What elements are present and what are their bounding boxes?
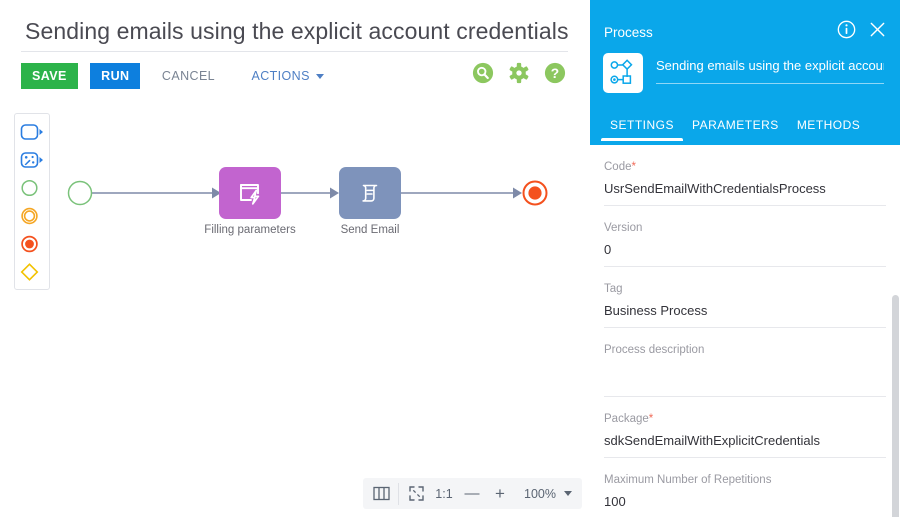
panel-settings-form: Code* UsrSendEmailWithCredentialsProcess… xyxy=(590,145,900,517)
help-icon[interactable]: ? xyxy=(544,62,566,84)
process-name-field[interactable]: Sending emails using the explicit accoun… xyxy=(656,58,884,73)
field-process-description: Process description xyxy=(604,328,886,397)
panel-tabs: SETTINGS PARAMETERS METHODS xyxy=(590,118,900,145)
process-icon-container xyxy=(603,53,643,93)
actions-menu-button[interactable]: ACTIONS xyxy=(242,63,332,89)
fit-screen-icon[interactable] xyxy=(402,478,430,509)
search-icon[interactable] xyxy=(472,62,494,84)
zoom-in-button[interactable]: + xyxy=(486,478,514,509)
zoom-dropdown-chevron-down-icon[interactable] xyxy=(563,491,572,496)
field-max-repetitions-value[interactable]: 100 xyxy=(604,488,886,513)
tab-settings[interactable]: SETTINGS xyxy=(601,118,684,141)
task-node-send-email[interactable] xyxy=(339,167,401,219)
field-version: Version 0 xyxy=(604,206,886,267)
close-icon[interactable] xyxy=(868,20,887,39)
cancel-button[interactable]: CANCEL xyxy=(153,63,224,89)
zoom-out-button[interactable]: — xyxy=(458,478,486,509)
field-package-label: Package* xyxy=(604,413,654,425)
field-process-description-label: Process description xyxy=(604,344,705,356)
field-code-value[interactable]: UsrSendEmailWithCredentialsProcess xyxy=(604,175,886,200)
panel-scrollbar-thumb[interactable] xyxy=(892,295,899,517)
field-version-value[interactable]: 0 xyxy=(604,236,886,261)
save-button[interactable]: SAVE xyxy=(21,63,78,89)
field-max-repetitions-label: Maximum Number of Repetitions xyxy=(604,474,772,486)
field-package: Package* sdkSendEmailWithExplicitCredent… xyxy=(604,397,886,458)
tab-parameters[interactable]: PARAMETERS xyxy=(683,118,788,141)
title-divider xyxy=(21,51,568,52)
process-name-underline xyxy=(656,83,884,84)
process-designer-window: Sending emails using the explicit accoun… xyxy=(0,0,900,517)
field-tag-label: Tag xyxy=(604,283,623,295)
columns-icon[interactable] xyxy=(367,478,395,509)
actions-label: ACTIONS xyxy=(251,69,310,83)
panel-title: Process xyxy=(604,25,653,40)
toolbar-icon-group: ? xyxy=(472,62,566,84)
page-lightning-icon xyxy=(240,184,260,205)
field-process-description-value[interactable] xyxy=(604,358,886,383)
field-package-value[interactable]: sdkSendEmailWithExplicitCredentials xyxy=(604,427,886,452)
task-node-filling-parameters-label: Filling parameters xyxy=(204,224,296,236)
field-max-repetitions: Maximum Number of Repetitions 100 xyxy=(604,458,886,517)
info-icon[interactable] xyxy=(837,20,856,39)
gear-icon[interactable] xyxy=(508,62,530,84)
field-code-label: Code* xyxy=(604,161,636,173)
run-button[interactable]: RUN xyxy=(90,63,141,89)
zoom-toolbar-divider xyxy=(398,482,399,505)
task-node-send-email-label: Send Email xyxy=(340,224,400,236)
actual-size-button[interactable]: 1:1 xyxy=(430,478,458,509)
field-code: Code* UsrSendEmailWithCredentialsProcess xyxy=(604,145,886,206)
canvas-zoom-toolbar: 1:1 — + 100% xyxy=(363,478,582,509)
field-tag-value[interactable]: Business Process xyxy=(604,297,886,322)
process-diagram-canvas[interactable]: Filling parameters Send Email xyxy=(0,100,590,517)
designer-area: Sending emails using the explicit accoun… xyxy=(0,0,590,517)
panel-header-actions xyxy=(837,20,887,39)
action-toolbar: SAVE RUN CANCEL ACTIONS xyxy=(21,63,333,89)
svg-text:?: ? xyxy=(551,66,559,81)
page-title: Sending emails using the explicit accoun… xyxy=(25,18,569,44)
field-tag: Tag Business Process xyxy=(604,267,886,328)
required-marker: * xyxy=(648,413,654,425)
zoom-level-value: 100% xyxy=(524,486,556,501)
tab-methods[interactable]: METHODS xyxy=(788,118,870,141)
process-properties-panel: Process Sending emails using the explici… xyxy=(590,0,900,517)
chevron-down-icon xyxy=(315,73,324,79)
field-version-label: Version xyxy=(604,222,643,234)
process-diagram-icon xyxy=(610,59,633,84)
script-icon xyxy=(362,184,378,202)
required-marker: * xyxy=(631,161,636,173)
task-node-filling-parameters[interactable] xyxy=(219,167,281,219)
panel-scrollbar-track[interactable] xyxy=(891,145,900,517)
panel-header: Process Sending emails using the explici… xyxy=(590,0,900,145)
